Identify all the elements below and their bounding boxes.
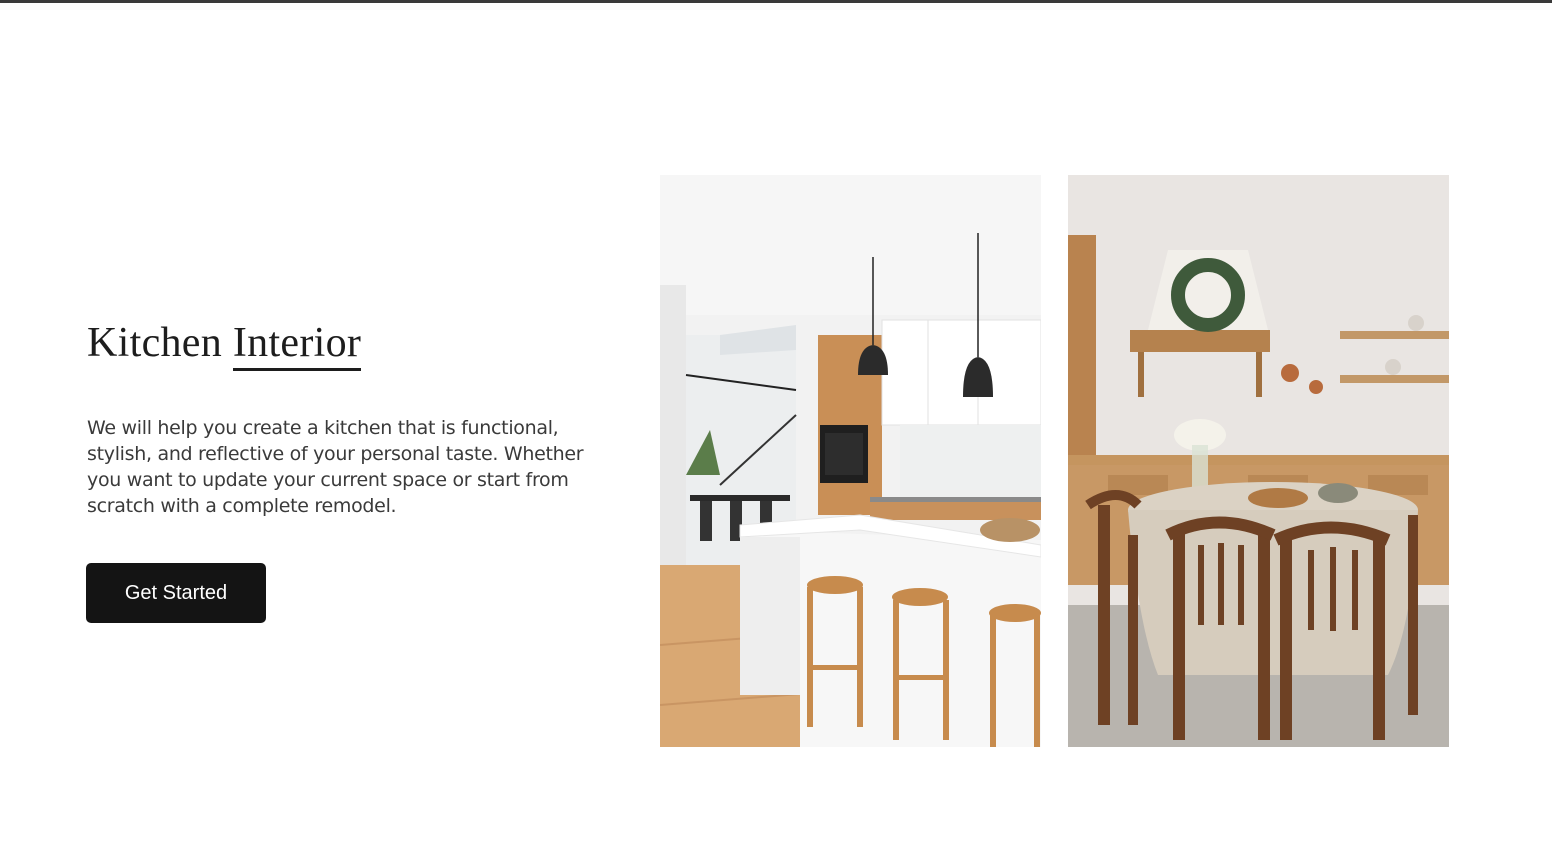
page-title: Kitchen Interior bbox=[87, 318, 627, 371]
get-started-button[interactable]: Get Started bbox=[86, 563, 266, 623]
top-border bbox=[0, 0, 1552, 3]
rustic-dining-kitchen-photo bbox=[1068, 175, 1449, 747]
modern-kitchen-photo bbox=[660, 175, 1041, 747]
title-word-kitchen: Kitchen bbox=[87, 320, 233, 366]
hero-text: Kitchen Interior We will help you create… bbox=[87, 318, 627, 519]
hero-description: We will help you create a kitchen that i… bbox=[87, 417, 584, 517]
title-word-interior: Interior bbox=[232, 318, 362, 371]
